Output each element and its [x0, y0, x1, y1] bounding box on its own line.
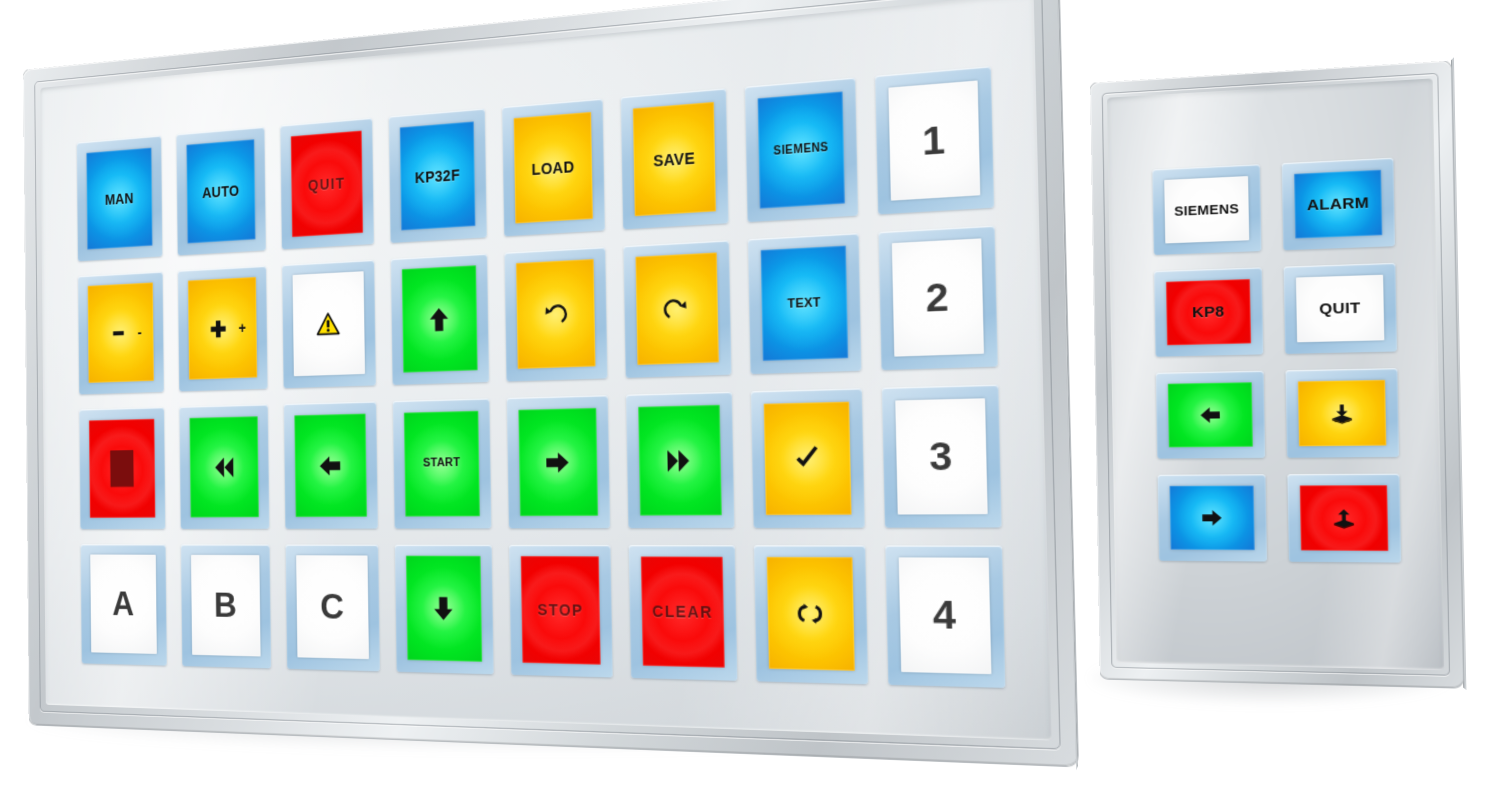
- key-cap: AUTO: [186, 139, 256, 244]
- key-cap: [635, 252, 719, 365]
- key-label: SAVE: [653, 150, 695, 169]
- key-cap: [1168, 382, 1253, 447]
- key-cap: ALARM: [1294, 170, 1382, 239]
- key-cap: [189, 416, 259, 518]
- key-arrow-down-icon[interactable]: [395, 544, 494, 674]
- key-text[interactable]: TEXT: [748, 233, 861, 374]
- main-key-grid: MAN AUTO QUIT KP32F LOAD SAVE SIEMENS 1- + TEXT 2 S…: [77, 66, 1006, 688]
- warning-icon: [307, 294, 350, 355]
- key-arrow-right-icon[interactable]: [507, 395, 610, 528]
- key-check-icon[interactable]: [751, 388, 865, 527]
- stop-square-icon: [110, 450, 134, 486]
- key-label: +: [238, 321, 246, 336]
- key-cap: [763, 401, 852, 515]
- key-clear[interactable]: CLEAR: [629, 545, 738, 681]
- key-cap: 4: [898, 557, 992, 674]
- key-cap: 1: [888, 80, 981, 201]
- key-4[interactable]: 4: [885, 545, 1005, 688]
- key-cap: QUIT: [290, 130, 363, 237]
- download-icon: [1316, 394, 1367, 433]
- key-siemens[interactable]: SIEMENS: [745, 78, 858, 222]
- key-quit[interactable]: QUIT: [1284, 263, 1397, 354]
- key-label: KP32F: [415, 167, 460, 185]
- key-cap: CLEAR: [640, 557, 725, 669]
- arrow-down-icon: [421, 578, 466, 640]
- key-label: TEXT: [787, 297, 821, 311]
- key-stop[interactable]: STOP: [509, 544, 613, 677]
- upload-icon: [1318, 499, 1369, 537]
- arrow-left-icon: [309, 435, 352, 495]
- key-arrow-up-icon[interactable]: [391, 253, 489, 385]
- plus-icon: [198, 299, 239, 359]
- main-keypad-panel: MAN AUTO QUIT KP32F LOAD SAVE SIEMENS 1- + TEXT 2 S…: [23, 0, 1078, 766]
- key-label: SIEMENS: [773, 142, 828, 157]
- refresh-cycle-icon: [785, 581, 837, 647]
- key-cap: [401, 265, 478, 373]
- key-label: QUIT: [1319, 300, 1361, 317]
- key-kp32f[interactable]: KP32F: [389, 109, 487, 243]
- redo-icon: [652, 276, 701, 342]
- fast-forward-icon: [655, 428, 704, 493]
- key-1[interactable]: 1: [875, 66, 994, 214]
- key-save[interactable]: SAVE: [621, 88, 729, 228]
- key-label: KP8: [1192, 304, 1225, 320]
- key-label: 1: [922, 120, 947, 162]
- key-rewind-icon[interactable]: [179, 404, 269, 528]
- key-2[interactable]: 2: [879, 225, 998, 370]
- key-label: 2: [925, 277, 950, 319]
- key-cap: KP32F: [399, 121, 476, 231]
- key-cap: SAVE: [632, 101, 716, 216]
- key-cap: [1300, 485, 1389, 551]
- key-cap: [1298, 380, 1386, 446]
- key-label: QUIT: [308, 175, 346, 192]
- key-cap: LOAD: [513, 111, 593, 223]
- key-label: START: [423, 457, 460, 470]
- key-cap: B: [191, 555, 261, 657]
- key-cap: 2: [891, 238, 984, 357]
- key-label: A: [112, 587, 135, 622]
- key-cap: START: [403, 410, 480, 516]
- key-cap: TEXT: [760, 246, 849, 362]
- key-label: 3: [929, 436, 954, 477]
- key-label: ALARM: [1307, 195, 1369, 213]
- key-3[interactable]: 3: [882, 385, 1002, 527]
- key-cap: QUIT: [1296, 275, 1384, 343]
- key-label: CLEAR: [652, 604, 713, 621]
- key-redo-icon[interactable]: [623, 240, 731, 378]
- key-cap: KP8: [1166, 279, 1251, 345]
- key-cap: +: [188, 277, 258, 380]
- key-label: AUTO: [202, 183, 239, 200]
- arrow-up-icon: [417, 288, 462, 351]
- small-keypad-panel: SIEMENS ALARM KP8 QUIT: [1090, 61, 1463, 688]
- key-cap: 3: [895, 398, 989, 515]
- key-start[interactable]: START: [393, 398, 492, 528]
- check-icon: [782, 425, 834, 491]
- key-cap: [638, 404, 723, 515]
- key-label: 4: [932, 595, 957, 636]
- key-cap: SIEMENS: [757, 91, 845, 209]
- key-upload-icon[interactable]: [1287, 474, 1401, 563]
- key-fast-forward-icon[interactable]: [626, 392, 734, 528]
- rewind-icon: [204, 437, 245, 496]
- key-arrow-right-icon[interactable]: [1158, 474, 1267, 561]
- scene-root: MAN AUTO QUIT KP32F LOAD SAVE SIEMENS 1- + TEXT 2 S…: [0, 0, 1487, 806]
